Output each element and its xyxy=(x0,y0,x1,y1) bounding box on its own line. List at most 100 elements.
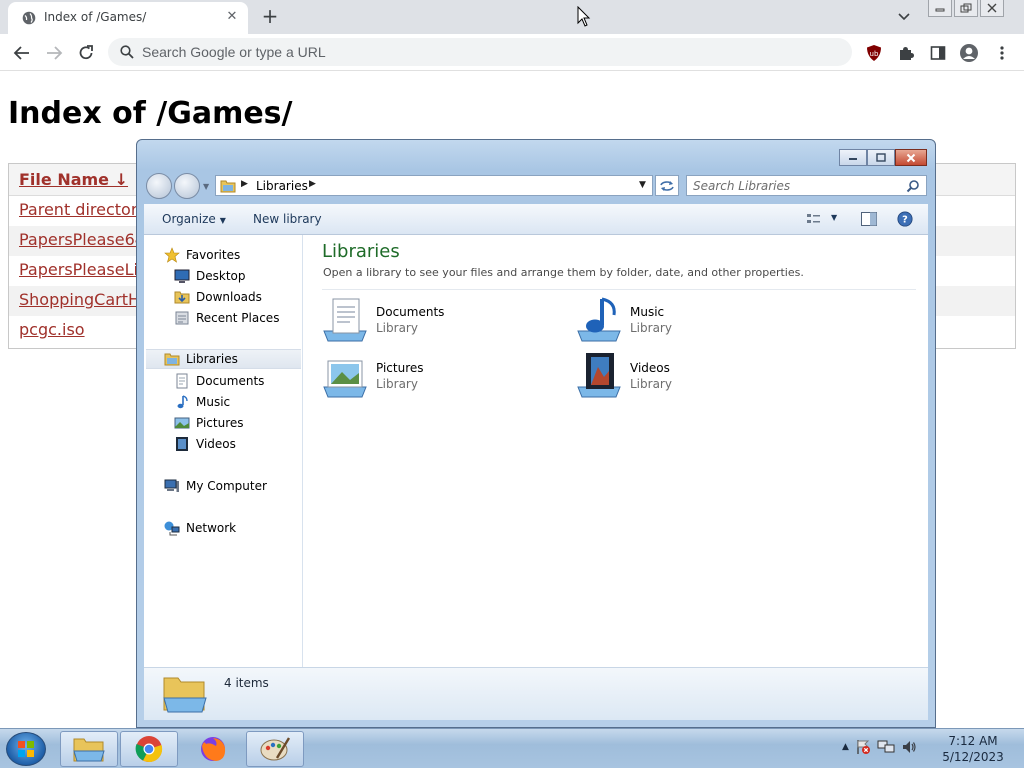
address-dropdown-icon[interactable]: ▼ xyxy=(639,180,646,190)
organize-label: Organize xyxy=(162,212,216,226)
details-pane: 4 items xyxy=(144,667,928,720)
nav-item-my-computer[interactable]: My Computer xyxy=(164,476,267,496)
tab-title: Index of /Games/ xyxy=(44,10,147,24)
libraries-folder-icon xyxy=(220,180,236,193)
nav-item-music[interactable]: Music xyxy=(174,392,230,412)
nav-label: Documents xyxy=(196,374,265,388)
start-button[interactable] xyxy=(6,732,46,766)
browser-toolbar: ub xyxy=(0,34,1024,71)
tab-search-chevron-icon[interactable] xyxy=(894,8,914,26)
action-center-flag-icon[interactable] xyxy=(855,739,871,755)
explorer-back-button[interactable] xyxy=(146,173,172,199)
profile-avatar-icon xyxy=(960,44,978,62)
close-button[interactable] xyxy=(980,0,1004,17)
breadcrumb[interactable]: Libraries xyxy=(256,179,308,193)
restore-button[interactable] xyxy=(954,0,978,17)
windows-logo-icon xyxy=(18,741,34,757)
chrome-menu-button[interactable] xyxy=(991,42,1013,64)
documents-icon xyxy=(176,373,188,389)
library-music[interactable]: Music Library xyxy=(576,297,816,347)
chrome-icon xyxy=(135,736,163,763)
nav-label: Downloads xyxy=(196,290,262,304)
item-count: 4 items xyxy=(224,676,269,690)
downloads-folder-icon xyxy=(174,291,190,304)
nav-label: Music xyxy=(196,395,231,409)
preview-pane-icon[interactable] xyxy=(860,211,878,227)
taskbar-explorer-button[interactable] xyxy=(60,731,118,767)
close-icon xyxy=(906,153,916,162)
library-videos[interactable]: Videos Library xyxy=(576,353,816,403)
close-icon xyxy=(987,3,997,13)
show-hidden-icons-icon[interactable]: ▲ xyxy=(842,742,849,752)
minimize-icon xyxy=(849,157,857,160)
nav-item-desktop[interactable]: Desktop xyxy=(174,266,246,286)
new-tab-button[interactable]: + xyxy=(258,4,282,28)
reload-icon xyxy=(79,45,93,60)
search-icon xyxy=(120,45,134,59)
browser-tab[interactable]: Index of /Games/ ✕ xyxy=(8,2,248,34)
nav-item-favorites[interactable]: Favorites xyxy=(164,245,240,265)
reload-button[interactable] xyxy=(73,40,99,66)
change-view-icon[interactable] xyxy=(806,211,824,227)
system-clock[interactable]: 7:12 AM 5/12/2023 xyxy=(940,733,1006,765)
explorer-refresh-button[interactable] xyxy=(655,175,679,196)
maximize-icon xyxy=(876,153,886,162)
nav-item-documents[interactable]: Documents xyxy=(174,371,264,391)
nav-item-pictures[interactable]: Pictures xyxy=(174,413,244,433)
ublock-extension-button[interactable]: ub xyxy=(863,42,885,64)
help-icon[interactable]: ? xyxy=(896,211,914,227)
tab-close-icon[interactable]: ✕ xyxy=(224,9,240,25)
explorer-search-input[interactable] xyxy=(693,178,893,194)
extensions-button[interactable] xyxy=(895,42,917,64)
nav-item-videos[interactable]: Videos xyxy=(174,434,236,454)
nav-item-libraries[interactable]: Libraries xyxy=(146,349,301,369)
profile-button[interactable] xyxy=(958,42,980,64)
breadcrumb-separator-icon[interactable]: ▶ xyxy=(309,179,316,189)
library-documents[interactable]: Documents Library xyxy=(322,297,562,347)
explorer-command-bar: Organize ▼ New library ▼ ? xyxy=(144,204,928,235)
clock-date: 5/12/2023 xyxy=(942,750,1004,764)
taskbar-paint-button[interactable] xyxy=(246,731,304,767)
speaker-volume-icon[interactable] xyxy=(901,739,917,755)
firefox-icon xyxy=(201,737,226,761)
explorer-address-bar[interactable]: ▶ Libraries ▶ ▼ xyxy=(215,175,653,196)
nav-label: Libraries xyxy=(186,352,238,366)
forward-button[interactable] xyxy=(41,40,67,66)
documents-library-icon xyxy=(323,298,367,342)
explorer-search-box[interactable] xyxy=(686,175,927,196)
taskbar-firefox-button[interactable] xyxy=(184,731,242,767)
refresh-arrows-icon xyxy=(660,180,674,191)
explorer-close-button[interactable] xyxy=(895,149,927,166)
star-icon xyxy=(164,247,180,263)
back-button[interactable] xyxy=(9,40,35,66)
file-link[interactable]: Parent directory/ xyxy=(19,200,152,219)
taskbar-chrome-button[interactable] xyxy=(120,731,178,767)
recent-pages-dropdown-icon[interactable]: ▼ xyxy=(203,182,209,191)
explorer-forward-button[interactable] xyxy=(174,173,200,199)
new-library-button[interactable]: New library xyxy=(253,212,322,226)
minimize-button[interactable] xyxy=(928,0,952,17)
search-icon xyxy=(906,180,919,193)
explorer-minimize-button[interactable] xyxy=(839,149,867,166)
view-options-dropdown-icon[interactable]: ▼ xyxy=(831,213,837,222)
nav-item-downloads[interactable]: Downloads xyxy=(174,287,262,307)
breadcrumb-separator-icon[interactable]: ▶ xyxy=(241,179,248,189)
library-pictures[interactable]: Pictures Library xyxy=(322,353,562,403)
library-type: Library xyxy=(630,321,672,335)
nav-label: Videos xyxy=(196,437,236,451)
window-controls xyxy=(926,0,1004,18)
libraries-folder-icon xyxy=(164,353,180,366)
network-status-icon[interactable] xyxy=(877,739,895,755)
library-name: Documents xyxy=(376,305,445,319)
file-link[interactable]: pcgc.iso xyxy=(19,320,85,339)
url-input[interactable] xyxy=(142,42,832,62)
system-tray: ▲ xyxy=(842,739,917,755)
organize-button[interactable]: Organize ▼ xyxy=(162,212,226,226)
page-title: Index of /Games/ xyxy=(8,96,293,131)
file-name-column-header[interactable]: File Name ↓ xyxy=(19,170,128,189)
explorer-maximize-button[interactable] xyxy=(867,149,895,166)
nav-item-network[interactable]: Network xyxy=(164,518,236,538)
omnibox[interactable] xyxy=(108,38,852,66)
side-panel-button[interactable] xyxy=(927,42,949,64)
nav-item-recent-places[interactable]: Recent Places xyxy=(174,308,279,328)
